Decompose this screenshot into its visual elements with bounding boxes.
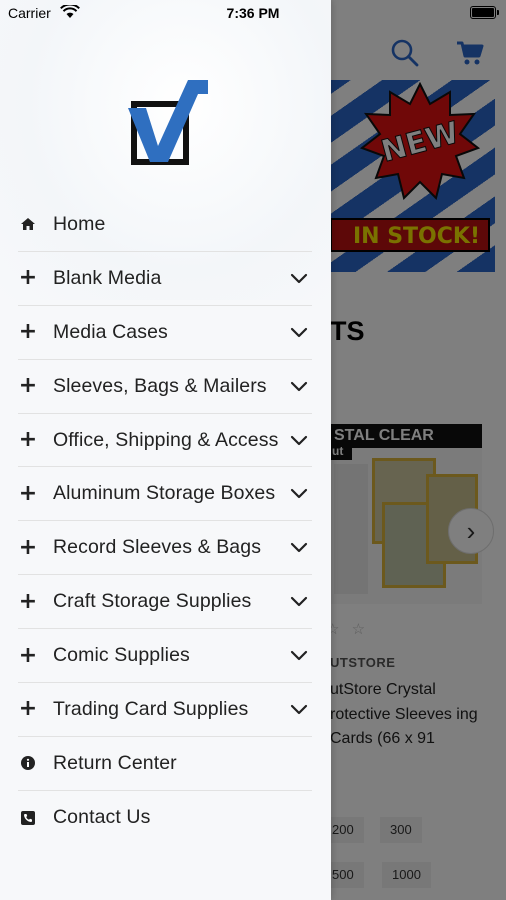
menu-item-label: Return Center	[53, 751, 177, 774]
chevron-down-icon[interactable]	[288, 267, 310, 289]
plus-icon: +	[18, 642, 38, 668]
plus-icon: +	[18, 265, 38, 291]
menu-item-label: Aluminum Storage Boxes	[53, 482, 276, 505]
checkmark-box-logo[interactable]	[128, 80, 208, 168]
chevron-down-icon[interactable]	[288, 537, 310, 559]
plus-icon: +	[18, 480, 38, 506]
chevron-down-icon[interactable]	[288, 483, 310, 505]
menu-item-label: Record Sleeves & Bags	[53, 536, 262, 559]
menu-item-label: Craft Storage Supplies	[53, 590, 252, 613]
menu-item-sleeves-bags-mailers[interactable]: + Sleeves, Bags & Mailers	[18, 360, 312, 414]
plus-icon: +	[18, 319, 38, 345]
menu-item-label: Contact Us	[53, 806, 151, 829]
menu-item-aluminum-storage-boxes[interactable]: + Aluminum Storage Boxes	[18, 467, 312, 522]
plus-icon: +	[18, 588, 38, 614]
plus-icon: +	[18, 696, 38, 722]
plus-icon: +	[18, 373, 38, 399]
phone-icon	[18, 808, 38, 828]
chevron-down-icon[interactable]	[288, 591, 310, 613]
navigation-drawer: Home + Blank Media + Media Cases + Sleev…	[0, 0, 331, 900]
menu-item-label: Home	[53, 212, 106, 235]
drawer-menu: Home + Blank Media + Media Cases + Sleev…	[18, 198, 312, 845]
menu-item-label: Blank Media	[53, 266, 162, 289]
menu-item-label: Media Cases	[53, 320, 168, 343]
menu-item-label: Comic Supplies	[53, 644, 190, 667]
menu-item-comic-supplies[interactable]: + Comic Supplies	[18, 629, 312, 684]
chevron-down-icon[interactable]	[288, 698, 310, 720]
home-icon	[18, 214, 38, 234]
chevron-down-icon[interactable]	[288, 429, 310, 451]
menu-item-craft-storage-supplies[interactable]: + Craft Storage Supplies	[18, 575, 312, 630]
chevron-down-icon[interactable]	[288, 375, 310, 397]
menu-item-home[interactable]: Home	[18, 198, 312, 252]
chevron-down-icon[interactable]	[288, 321, 310, 343]
plus-icon: +	[18, 534, 38, 560]
menu-item-label: Sleeves, Bags & Mailers	[53, 374, 267, 397]
plus-icon: +	[18, 427, 38, 452]
info-icon	[18, 753, 38, 773]
menu-item-trading-card-supplies[interactable]: + Trading Card Supplies	[18, 683, 312, 737]
status-time: 7:36 PM	[226, 5, 280, 21]
menu-item-blank-media[interactable]: + Blank Media	[18, 252, 312, 306]
menu-item-label: Office, Shipping & Access	[53, 428, 279, 451]
menu-item-record-sleeves-bags[interactable]: + Record Sleeves & Bags	[18, 521, 312, 576]
menu-item-contact-us[interactable]: Contact Us	[18, 791, 312, 845]
status-bar: Carrier 7:36 PM	[0, 0, 506, 26]
menu-item-office-shipping[interactable]: + Office, Shipping & Access	[18, 414, 312, 468]
menu-item-label: Trading Card Supplies	[53, 697, 249, 720]
battery-icon	[470, 6, 499, 19]
menu-item-return-center[interactable]: Return Center	[18, 737, 312, 791]
chevron-down-icon[interactable]	[288, 645, 310, 667]
menu-item-media-cases[interactable]: + Media Cases	[18, 306, 312, 360]
